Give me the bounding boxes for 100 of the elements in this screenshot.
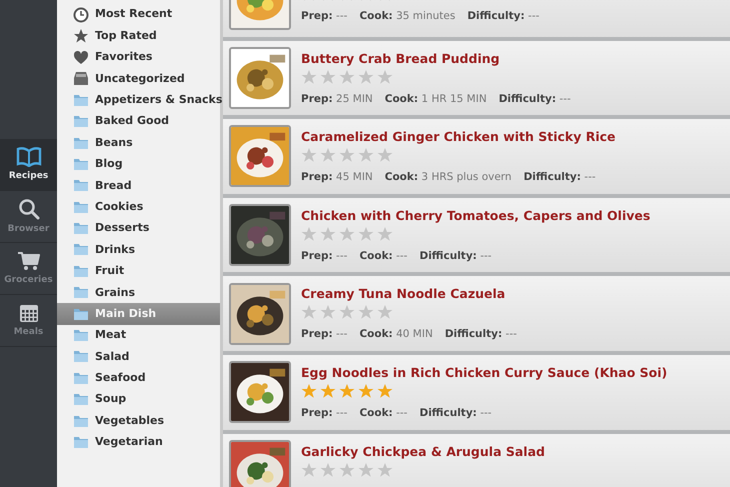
cook-time: Cook: --- <box>359 406 408 421</box>
difficulty: Difficulty: --- <box>498 92 571 107</box>
star-icon <box>320 68 336 85</box>
difficulty: Difficulty: --- <box>419 248 492 264</box>
recipe-title: Egg Noodles in Rich Chicken Curry Sauce (Khao Soi) <box>301 364 668 382</box>
difficulty: Difficulty: --- <box>467 9 540 24</box>
folder-icon <box>73 286 89 300</box>
cook-time: Cook: 35 minutes <box>359 9 456 24</box>
star-icon <box>377 382 393 399</box>
folder-icon <box>73 264 89 278</box>
star-icon <box>358 226 374 242</box>
star-icon <box>377 147 393 164</box>
star-icon <box>358 382 374 399</box>
star-icon <box>301 382 317 399</box>
star-icon <box>320 462 336 478</box>
folder-icon <box>73 200 89 214</box>
folder-icon <box>73 414 89 428</box>
recipe-row[interactable]: Egg Noodles in Rich Chicken Curry Sauce (Khao Soi) Prep: --- Cook: --- Difficulty: --- <box>223 354 730 434</box>
star-icon <box>301 462 317 478</box>
star-icon <box>301 68 317 85</box>
category-item[interactable]: Vegetarian <box>57 432 220 454</box>
recipe-row[interactable]: Garlicky Chickpea & Arugula Salad <box>223 434 730 487</box>
recipe-row[interactable]: Creamy Tuna Noodle Cazuela Prep: --- Cook: 40 MIN Difficulty: --- <box>223 276 730 355</box>
folder-icon <box>73 136 89 150</box>
folder-icon <box>73 94 89 107</box>
difficulty: Difficulty: --- <box>524 170 596 186</box>
recipe-row[interactable]: Caramelized Ginger Chicken with Sticky Rice Prep: 45 MIN Cook: 3 HRS plus overn Difficulty: --- <box>223 119 730 198</box>
book-icon <box>16 147 42 168</box>
calendar-icon <box>18 303 38 324</box>
prep-time: Prep: --- <box>301 406 348 421</box>
category-item[interactable]: Grains <box>57 282 220 304</box>
folder-icon <box>73 158 89 171</box>
prep-time: Prep: --- <box>301 327 348 342</box>
star-icon <box>320 226 336 242</box>
folder-icon <box>73 436 89 449</box>
cook-time: Cook: --- <box>359 248 408 264</box>
star-icon <box>320 147 336 164</box>
star-icon <box>358 147 374 164</box>
recipe-row[interactable]: Prep: --- Cook: 35 minutes Difficulty: --- <box>223 0 730 41</box>
folder-icon <box>73 372 89 385</box>
category-item[interactable]: Uncategorized <box>57 68 220 90</box>
recipe-title: Chicken with Cherry Tomatoes, Capers and Olives <box>301 206 650 225</box>
star-icon <box>358 304 374 320</box>
difficulty: Difficulty: --- <box>444 327 517 342</box>
folder-icon <box>73 350 89 364</box>
star-icon <box>377 304 393 320</box>
star-icon <box>339 304 355 320</box>
category-item[interactable]: Top Rated <box>57 25 220 47</box>
category-item[interactable]: Soup <box>57 389 220 410</box>
category-item[interactable]: Vegetables <box>57 410 220 432</box>
folder-icon <box>73 179 89 192</box>
category-item[interactable]: Beans <box>57 132 220 154</box>
star-icon <box>377 68 393 85</box>
star-icon <box>320 304 336 320</box>
folder-icon <box>73 393 89 406</box>
recipe-title: Caramelized Ginger Chicken with Sticky Rice <box>301 128 616 146</box>
recipe-title: Buttery Crab Bread Pudding <box>301 50 501 68</box>
difficulty: Difficulty: --- <box>419 406 492 421</box>
star-icon <box>358 462 374 478</box>
cook-time: Cook: 3 HRS plus overn <box>384 170 512 186</box>
nav-tab[interactable]: Recipes <box>0 139 57 191</box>
recipe-title: Creamy Tuna Noodle Cazuela <box>301 285 506 304</box>
star-icon <box>377 226 393 242</box>
category-item[interactable]: Cookies <box>57 196 220 218</box>
cook-time: Cook: 40 MIN <box>359 327 433 342</box>
category-item[interactable]: Meat <box>57 324 220 346</box>
star-icon <box>339 147 355 164</box>
star-icon <box>301 304 317 320</box>
category-item[interactable]: Fruit <box>57 260 220 282</box>
star-icon <box>301 226 317 242</box>
star-icon <box>339 382 355 399</box>
recipe-title: Garlicky Chickpea & Arugula Salad <box>301 442 545 461</box>
star-icon <box>377 462 393 478</box>
star-icon <box>358 68 374 85</box>
category-item[interactable]: Favorites <box>57 46 220 68</box>
star-icon <box>73 28 89 44</box>
prep-time: Prep: --- <box>301 9 348 24</box>
category-item[interactable]: Most Recent <box>57 4 220 26</box>
category-item[interactable]: Desserts <box>57 218 220 240</box>
category-item[interactable]: Bread <box>57 175 220 197</box>
folder-icon <box>73 115 89 128</box>
category-item[interactable]: Appetizers & Snacks <box>57 90 220 111</box>
category-item[interactable]: Seafood <box>57 368 220 390</box>
tray-icon <box>73 71 89 86</box>
category-item[interactable]: Blog <box>57 154 220 176</box>
folder-icon <box>73 308 89 321</box>
category-item[interactable]: Drinks <box>57 239 220 261</box>
clock-icon <box>73 6 89 23</box>
category-item[interactable]: Salad <box>57 346 220 368</box>
category-item[interactable]: Baked Good <box>57 110 220 132</box>
recipe-row[interactable]: Buttery Crab Bread Pudding Prep: 25 MIN Cook: 1 HR 15 MIN Difficulty: --- <box>223 40 730 120</box>
star-icon <box>339 68 355 85</box>
prep-time: Prep: 25 MIN <box>301 92 373 107</box>
folder-icon <box>73 222 89 236</box>
folder-icon <box>73 329 89 342</box>
star-icon <box>320 382 336 399</box>
folder-icon <box>73 243 89 256</box>
heart-icon <box>73 50 89 65</box>
prep-time: Prep: 45 MIN <box>301 170 373 186</box>
recipe-row[interactable]: Chicken with Cherry Tomatoes, Capers and Olives Prep: --- Cook: --- Difficulty: --- <box>223 198 730 276</box>
